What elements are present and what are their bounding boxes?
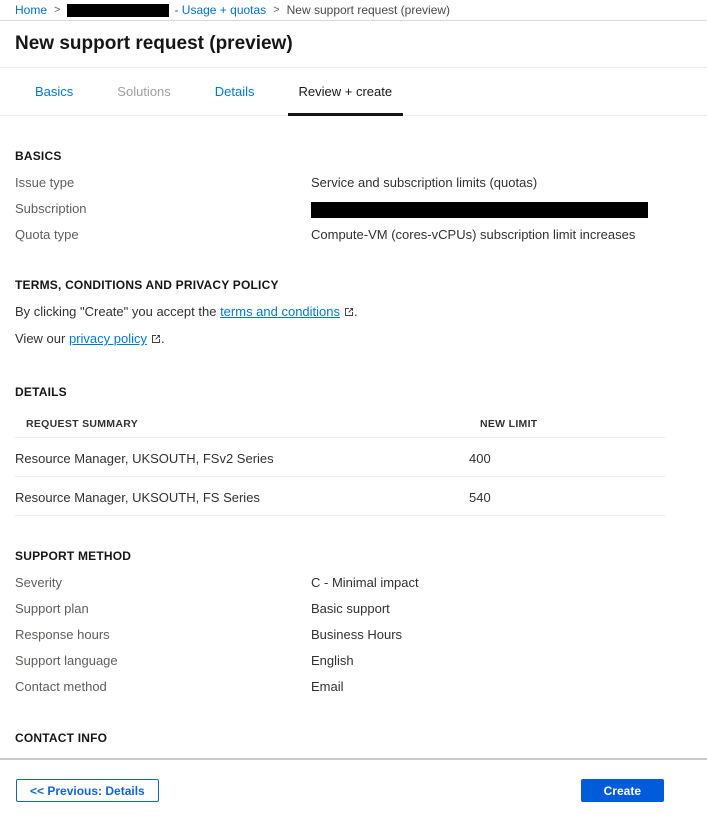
- section-title-terms: TERMS, CONDITIONS AND PRIVACY POLICY: [15, 278, 692, 292]
- field-value: Compute-VM (cores-vCPUs) subscription li…: [311, 227, 635, 242]
- breadcrumb-usage-quotas-link[interactable]: - Usage + quotas: [174, 3, 266, 17]
- section-title-basics: BASICS: [15, 149, 692, 163]
- breadcrumb: Home > - Usage + quotas > New support re…: [0, 0, 707, 21]
- create-button[interactable]: Create: [581, 779, 664, 802]
- support-method-rows: Severity C - Minimal impact Support plan…: [15, 575, 692, 705]
- support-row-contact-method: Contact method Email: [15, 679, 692, 705]
- tab-basics[interactable]: Basics: [35, 68, 73, 115]
- field-label: Severity: [15, 575, 311, 590]
- tab-solutions[interactable]: Solutions: [117, 68, 170, 115]
- field-value: Basic support: [311, 601, 390, 616]
- breadcrumb-separator: >: [273, 4, 279, 16]
- field-label: Contact name: [15, 756, 311, 757]
- field-value: C - Minimal impact: [311, 575, 419, 590]
- field-label: Contact method: [15, 679, 311, 694]
- contact-row-name: Contact name Gineesh Madapparambath: [15, 756, 692, 757]
- breadcrumb-home-link[interactable]: Home: [15, 3, 47, 17]
- request-summary-table: REQUEST SUMMARY NEW LIMIT Resource Manag…: [15, 418, 665, 516]
- section-title-details: DETAILS: [15, 385, 692, 399]
- terms-text: .: [161, 331, 165, 346]
- contact-info-rows: Contact name Gineesh Madapparambath: [15, 756, 692, 757]
- request-summary-cell: Resource Manager, UKSOUTH, FSv2 Series: [15, 451, 469, 466]
- field-value: Email: [311, 679, 344, 694]
- basics-row-quota-type: Quota type Compute-VM (cores-vCPUs) subs…: [15, 227, 692, 253]
- breadcrumb-separator: >: [54, 4, 60, 16]
- tab-review-create[interactable]: Review + create: [299, 68, 393, 115]
- privacy-policy-link[interactable]: privacy policy: [69, 331, 147, 346]
- field-value: Business Hours: [311, 627, 402, 642]
- field-label: Support plan: [15, 601, 311, 616]
- table-row: Resource Manager, UKSOUTH, FSv2 Series 4…: [15, 438, 665, 477]
- terms-line-1: By clicking "Create" you accept the term…: [15, 304, 692, 321]
- table-header-row: REQUEST SUMMARY NEW LIMIT: [15, 418, 665, 438]
- section-title-support-method: SUPPORT METHOD: [15, 549, 692, 563]
- redacted-subscription-value: [311, 202, 648, 218]
- terms-text: View our: [15, 331, 69, 346]
- title-bar: New support request (preview): [0, 21, 707, 68]
- terms-text: By clicking "Create" you accept the: [15, 304, 220, 319]
- field-value: Service and subscription limits (quotas): [311, 175, 537, 190]
- tab-details[interactable]: Details: [215, 68, 255, 115]
- basics-row-issue-type: Issue type Service and subscription limi…: [15, 175, 692, 201]
- field-label: Quota type: [15, 227, 311, 242]
- support-row-support-language: Support language English: [15, 653, 692, 679]
- support-row-severity: Severity C - Minimal impact: [15, 575, 692, 601]
- footer-bar: << Previous: Details Create: [0, 758, 707, 819]
- external-link-icon: [151, 332, 161, 348]
- new-limit-cell: 540: [469, 490, 491, 505]
- field-label: Response hours: [15, 627, 311, 642]
- column-header-request-summary: REQUEST SUMMARY: [15, 418, 469, 430]
- basics-rows: Issue type Service and subscription limi…: [15, 175, 692, 253]
- field-label: Support language: [15, 653, 311, 668]
- table-row: Resource Manager, UKSOUTH, FS Series 540: [15, 477, 665, 516]
- field-value: English: [311, 653, 354, 668]
- support-request-page: Home > - Usage + quotas > New support re…: [0, 0, 707, 819]
- terms-text: .: [354, 304, 358, 319]
- column-header-new-limit: NEW LIMIT: [469, 418, 538, 430]
- review-content: BASICS Issue type Service and subscripti…: [0, 116, 707, 757]
- breadcrumb-current-page: New support request (preview): [287, 3, 450, 17]
- page-title: New support request (preview): [15, 33, 293, 55]
- external-link-icon: [344, 305, 354, 321]
- support-row-support-plan: Support plan Basic support: [15, 601, 692, 627]
- field-label: Issue type: [15, 175, 311, 190]
- field-value: Gineesh Madapparambath: [311, 756, 465, 757]
- field-label: Subscription: [15, 201, 311, 216]
- section-title-contact-info: CONTACT INFO: [15, 731, 692, 745]
- support-row-response-hours: Response hours Business Hours: [15, 627, 692, 653]
- terms-and-conditions-link[interactable]: terms and conditions: [220, 304, 340, 319]
- terms-line-2: View our privacy policy.: [15, 331, 692, 348]
- tab-bar: Basics Solutions Details Review + create: [0, 68, 707, 116]
- new-limit-cell: 400: [469, 451, 491, 466]
- redacted-subscription-name: [67, 4, 169, 17]
- request-summary-cell: Resource Manager, UKSOUTH, FS Series: [15, 490, 469, 505]
- previous-details-button[interactable]: << Previous: Details: [16, 779, 159, 802]
- basics-row-subscription: Subscription: [15, 201, 692, 227]
